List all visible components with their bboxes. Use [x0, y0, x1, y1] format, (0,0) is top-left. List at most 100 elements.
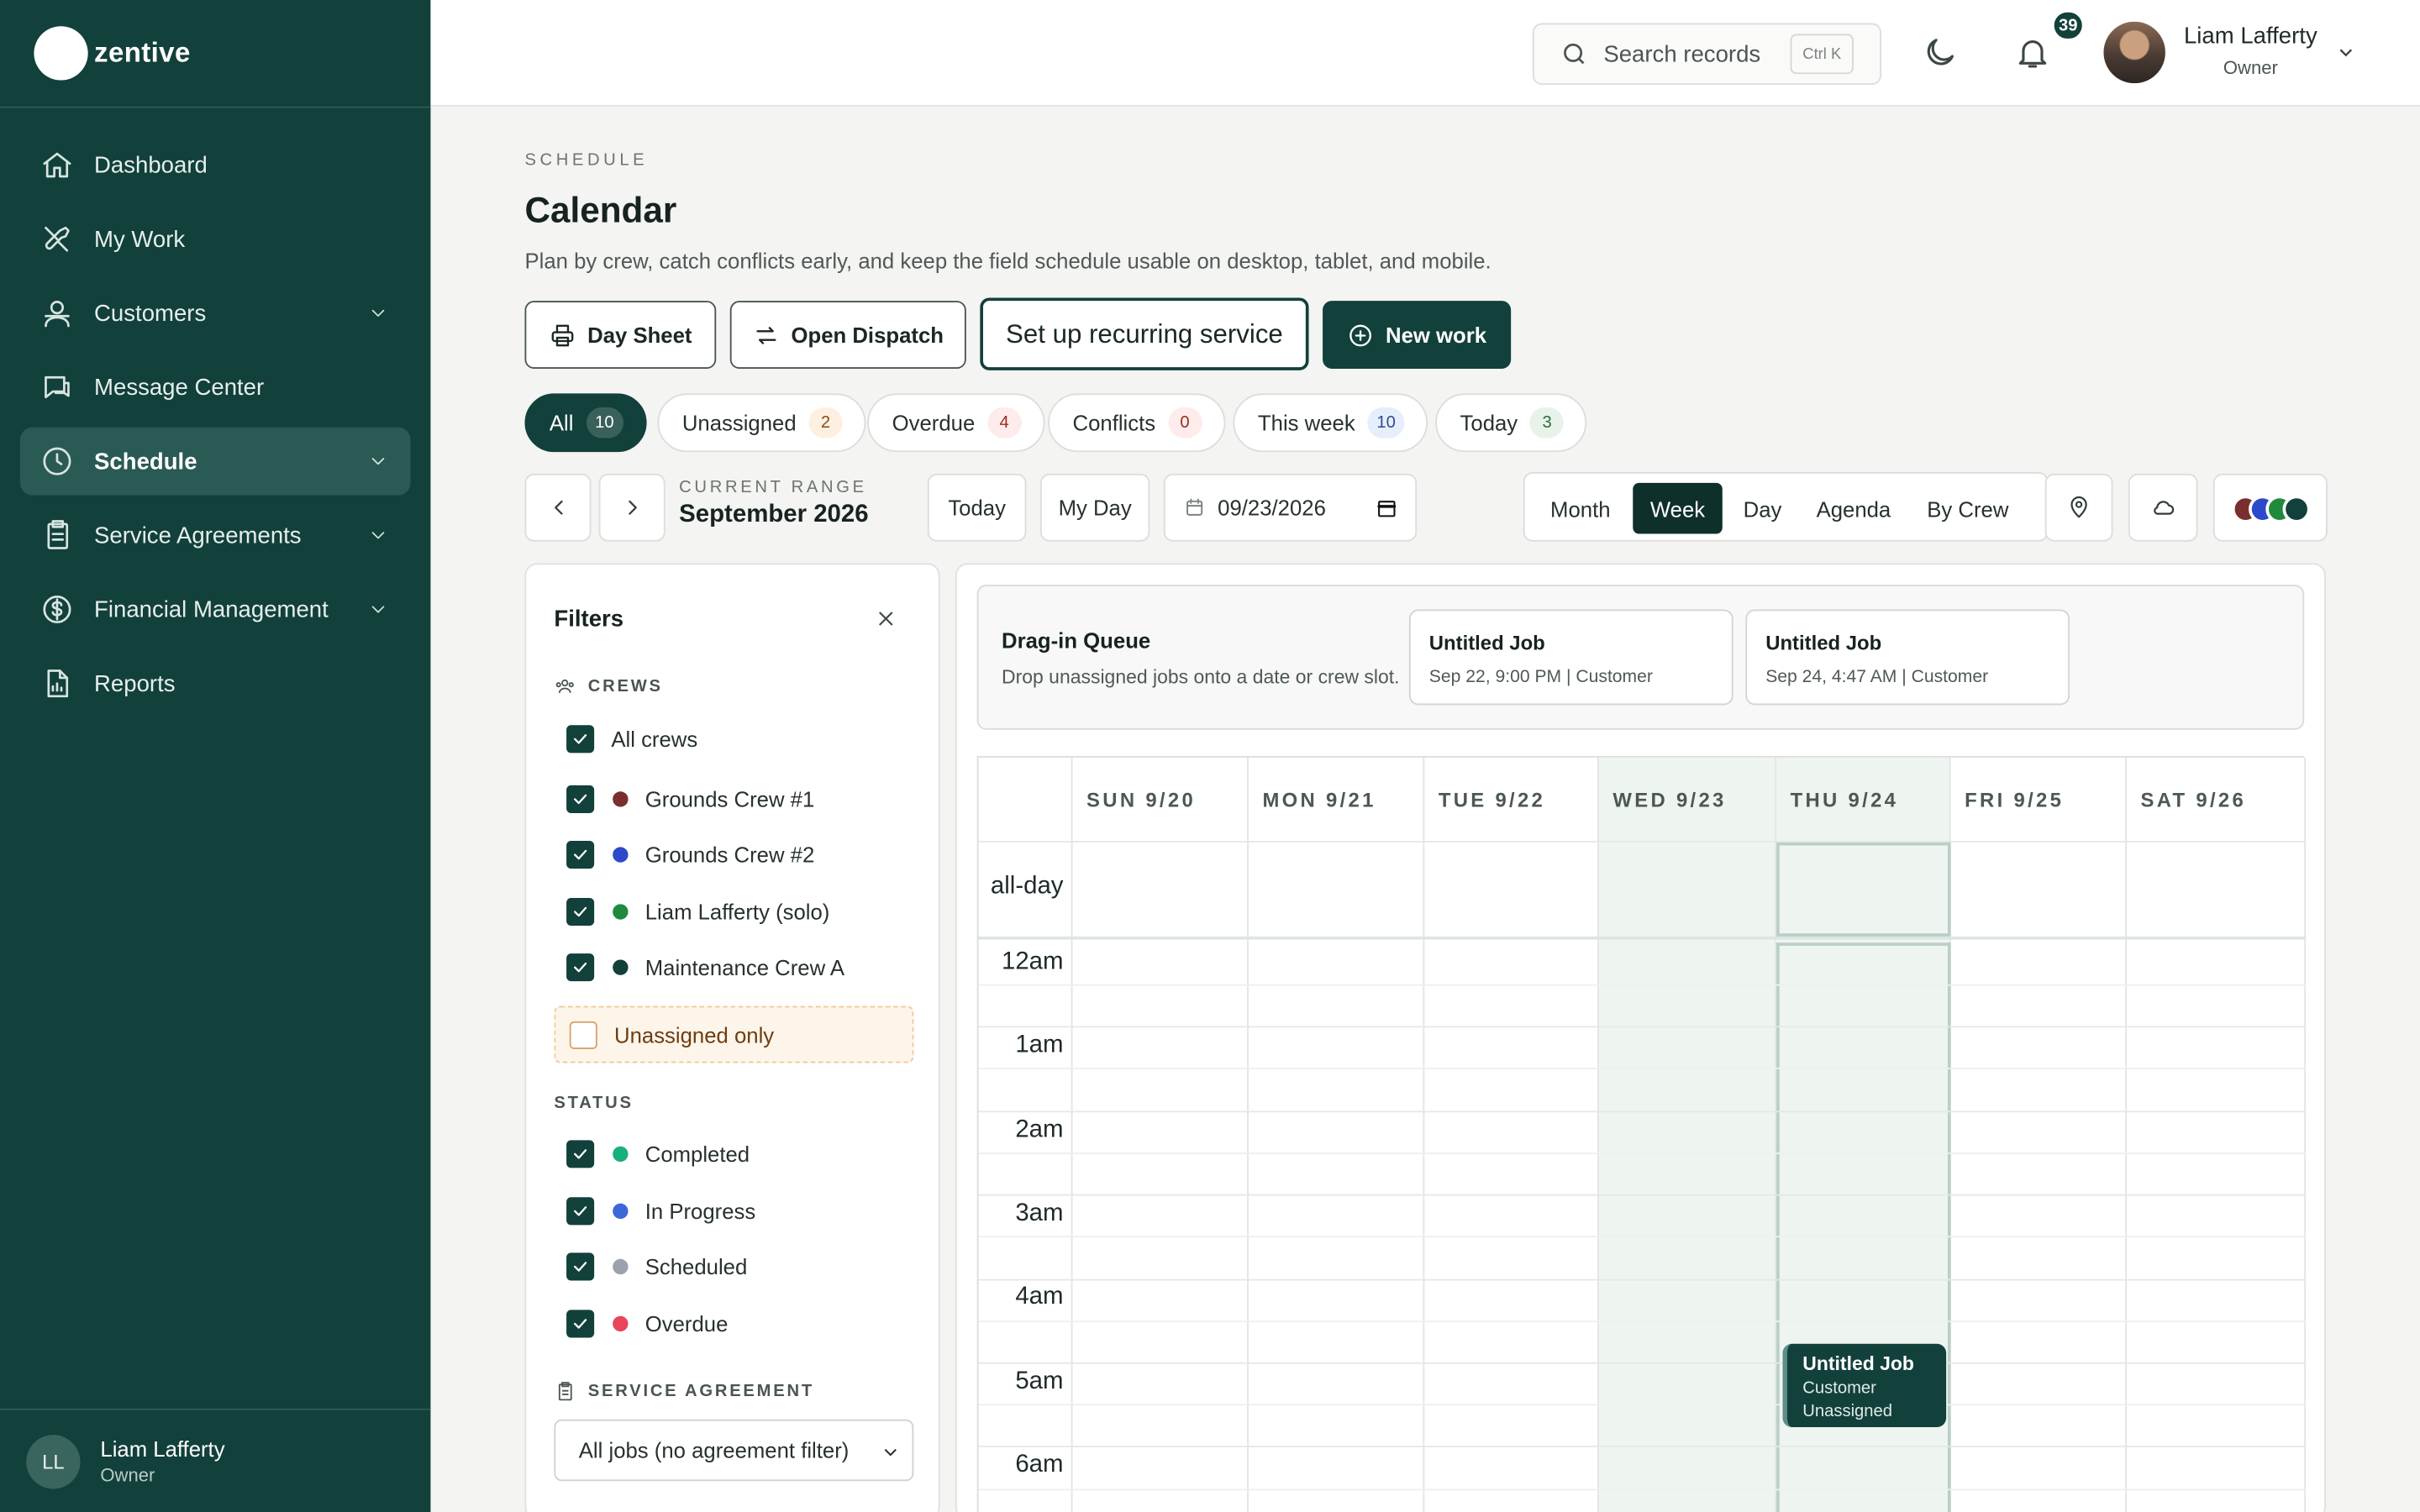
filter-label: Grounds Crew #2 [644, 842, 815, 868]
filter-pill-all[interactable]: All 10 [524, 393, 647, 453]
new-work-button[interactable]: New work [1323, 301, 1512, 369]
sidebar-item-message-center[interactable]: Message Center [20, 354, 411, 422]
checkbox-checked[interactable] [566, 1252, 595, 1281]
day-header[interactable]: FRI 9/25 [1951, 758, 2065, 841]
filter-pill-overdue[interactable]: Overdue 4 [867, 393, 1044, 453]
crew-color-toggle[interactable] [2212, 473, 2328, 542]
day-column[interactable] [1073, 757, 1249, 1512]
day-header[interactable]: THU 9/24 [1776, 758, 1898, 841]
crew-color-dot [613, 904, 629, 920]
sidebar-item-dashboard[interactable]: Dashboard [20, 131, 411, 199]
sidebar-user-info: Liam Lafferty Owner [100, 1436, 224, 1486]
filter-pill-today[interactable]: Today 3 [1435, 393, 1587, 453]
view-switcher: Month Week Day Agenda By Crew [1523, 472, 2049, 542]
filter-crew-3[interactable]: Liam Lafferty (solo) [566, 897, 829, 927]
checkbox-checked[interactable] [566, 1140, 595, 1168]
close-icon[interactable] [875, 608, 897, 630]
map-view-button[interactable] [2044, 473, 2113, 542]
filters-title: Filters [554, 606, 624, 633]
my-day-button[interactable]: My Day [1039, 473, 1150, 542]
day-header[interactable]: TUE 9/22 [1424, 758, 1545, 841]
brand-logo[interactable]: zentive [34, 26, 190, 81]
filter-crew-1[interactable]: Grounds Crew #1 [566, 785, 814, 813]
view-day[interactable]: Day [1728, 483, 1797, 534]
checkbox-checked[interactable] [566, 953, 595, 982]
day-header[interactable]: WED 9/23 [1599, 758, 1727, 841]
checkbox-checked[interactable] [566, 1197, 595, 1226]
filter-unassigned-only[interactable]: Unassigned only [554, 1005, 914, 1063]
view-month[interactable]: Month [1537, 483, 1623, 534]
service-agreement-select[interactable]: All jobs (no agreement filter) [554, 1419, 914, 1482]
queue-job-title: Untitled Job [1428, 631, 1545, 654]
checkbox-unchecked[interactable] [569, 1020, 597, 1049]
sidebar-item-label: Reports [94, 670, 176, 697]
sidebar-item-financial-management[interactable]: Financial Management [20, 575, 411, 643]
sidebar-item-my-work[interactable]: My Work [20, 205, 411, 273]
sidebar-item-customers[interactable]: Customers [20, 279, 411, 347]
calendar-picker-icon[interactable] [1376, 496, 1399, 520]
checkbox-checked[interactable] [566, 1310, 595, 1338]
sidebar-item-service-agreements[interactable]: Service Agreements [20, 501, 411, 570]
filter-pill-conflicts[interactable]: Conflicts 0 [1048, 393, 1225, 453]
chevron-down-icon [371, 458, 385, 465]
day-sheet-button[interactable]: Day Sheet [524, 301, 717, 369]
weather-button[interactable] [2128, 473, 2198, 542]
today-button[interactable]: Today [927, 473, 1027, 542]
chevron-down-icon [371, 606, 385, 613]
pill-label: All [549, 410, 574, 435]
avatar[interactable] [2103, 21, 2165, 84]
filter-status-completed[interactable]: Completed [566, 1140, 750, 1168]
day-column[interactable] [1249, 757, 1425, 1512]
status-color-dot [613, 1258, 629, 1275]
notifications-button[interactable] [2014, 34, 2051, 71]
hour-label: 6am [1015, 1452, 1064, 1478]
view-week[interactable]: Week [1633, 482, 1723, 534]
day-column[interactable] [1951, 757, 2128, 1512]
filter-status-overdue[interactable]: Overdue [566, 1310, 728, 1338]
open-dispatch-label: Open Dispatch [791, 322, 944, 348]
date-picker-input[interactable]: 09/23/2026 [1163, 473, 1418, 542]
day-column[interactable] [1599, 757, 1777, 1512]
filter-crew-4[interactable]: Maintenance Crew A [566, 953, 844, 982]
chevron-down-icon[interactable] [2335, 42, 2357, 64]
filter-crew-2[interactable]: Grounds Crew #2 [566, 841, 814, 869]
chat-icon [45, 375, 70, 399]
queue-job-card[interactable]: Untitled Job Sep 24, 4:47 AM | Customer [1745, 609, 2070, 706]
view-agenda[interactable]: Agenda [1806, 483, 1902, 534]
prev-range-button[interactable] [524, 473, 592, 542]
event-title: Untitled Job [1802, 1352, 1914, 1375]
day-header[interactable]: SAT 9/26 [2127, 758, 2246, 841]
sidebar-user[interactable]: LL Liam Lafferty Owner [0, 1408, 431, 1512]
calendar-event[interactable]: Untitled Job Customer Unassigned [1782, 1343, 1947, 1427]
day-header[interactable]: SUN 9/20 [1073, 758, 1197, 841]
queue-job-card[interactable]: Untitled Job Sep 22, 9:00 PM | Customer [1408, 609, 1733, 706]
search-input[interactable]: Search records Ctrl K [1532, 23, 1881, 86]
filter-status-in-progress[interactable]: In Progress [566, 1197, 755, 1226]
checkbox-checked[interactable] [566, 897, 595, 927]
user-menu[interactable]: Liam Lafferty Owner [2184, 24, 2317, 79]
recurring-service-button[interactable]: Set up recurring service [980, 297, 1309, 370]
filter-pill-this-week[interactable]: This week 10 [1233, 393, 1428, 453]
theme-toggle[interactable] [1922, 34, 1959, 71]
filter-all-crews[interactable]: All crews [566, 725, 697, 753]
sidebar-item-schedule[interactable]: Schedule [19, 427, 411, 496]
day-header[interactable]: MON 9/21 [1249, 758, 1376, 841]
chevron-down-icon [371, 532, 385, 539]
pill-count: 3 [1529, 407, 1565, 438]
checkbox-checked[interactable] [566, 841, 595, 869]
checkbox-checked[interactable] [566, 725, 595, 753]
open-dispatch-button[interactable]: Open Dispatch [729, 301, 966, 369]
checkbox-checked[interactable] [566, 785, 595, 813]
queue-job-meta: Sep 24, 4:47 AM | Customer [1765, 668, 1989, 687]
filter-status-scheduled[interactable]: Scheduled [566, 1252, 747, 1281]
today-allday-cell[interactable] [1776, 842, 1951, 937]
filter-pill-unassigned[interactable]: Unassigned 2 [657, 393, 866, 453]
view-by-crew[interactable]: By Crew [1914, 483, 2023, 534]
next-range-button[interactable] [598, 473, 666, 542]
logo-mark [34, 26, 88, 81]
sidebar-item-reports[interactable]: Reports [20, 649, 411, 717]
day-column[interactable] [2127, 757, 2307, 1512]
day-column[interactable] [1424, 757, 1599, 1512]
status-color-dot [613, 1203, 629, 1220]
queue-title: Drag-in Queue [1002, 627, 1151, 653]
